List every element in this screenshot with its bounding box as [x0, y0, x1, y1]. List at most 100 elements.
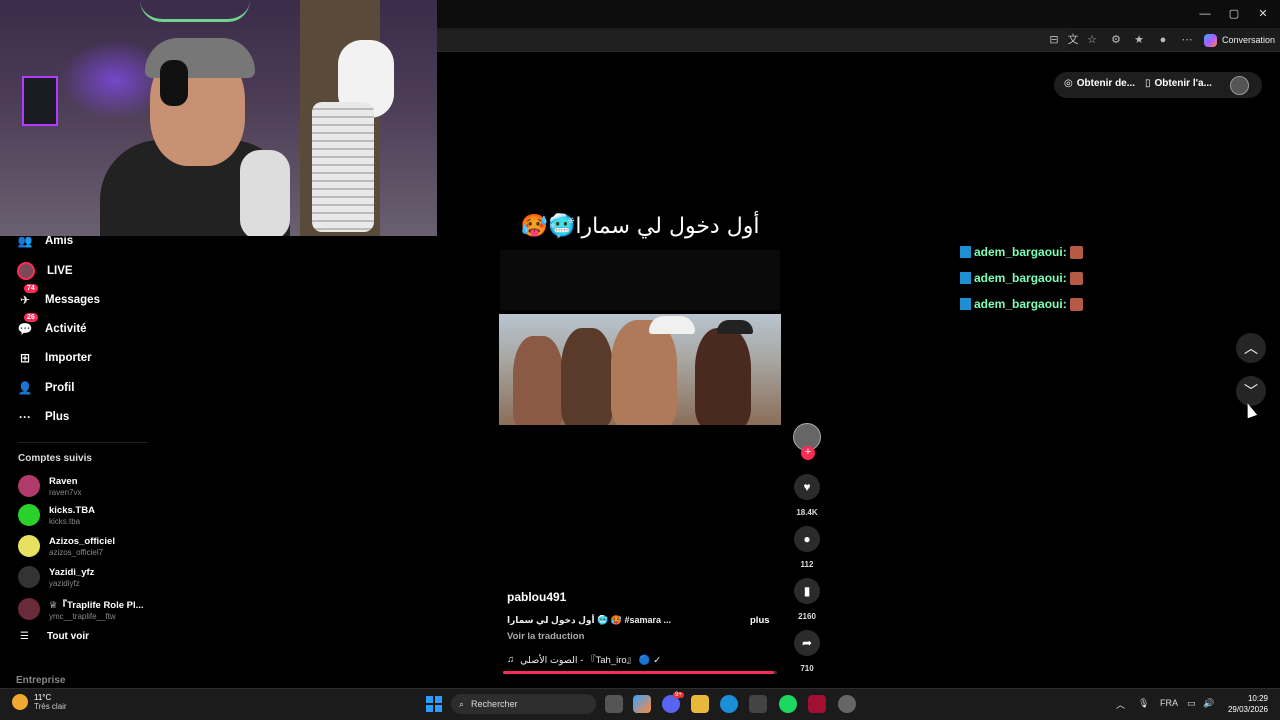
sidebar-item-profile[interactable]: 👤 Profil	[17, 378, 75, 398]
comment-icon: ●	[803, 532, 811, 546]
avatar	[18, 566, 40, 588]
settings-app-icon[interactable]	[838, 695, 856, 713]
sidebar-item-more[interactable]: ··· Plus	[17, 407, 69, 427]
see-all-button[interactable]: ☰ Tout voir	[20, 631, 89, 642]
sidebar-item-label: Plus	[45, 411, 70, 423]
emote-icon	[1069, 271, 1083, 285]
get-desktop-label: Obtenir de...	[1076, 78, 1136, 89]
previous-video-button[interactable]: ︿	[1236, 333, 1266, 363]
favorites-icon[interactable]: ★	[1131, 31, 1147, 49]
sidebar-item-label: Activité	[45, 323, 87, 335]
sidebar-item-label: Amis	[45, 235, 74, 247]
follow-plus-icon[interactable]: +	[801, 446, 815, 460]
like-button[interactable]: ♥	[794, 474, 820, 500]
chat-user: adem_bargaoui:	[974, 297, 1067, 311]
chat-badge-icon	[960, 246, 971, 258]
video-author[interactable]: pablou491	[507, 590, 566, 604]
sidebar-item-activity[interactable]: 💬 26 Activité	[17, 313, 87, 339]
sidebar-item-live[interactable]: LIVE	[17, 261, 73, 281]
tray-chevron-up-icon[interactable]: ︿	[1116, 698, 1125, 711]
more-icon: ···	[19, 410, 31, 424]
weather-condition: Très clair	[34, 702, 67, 711]
copilot-app-icon[interactable]	[633, 695, 651, 713]
more-options-icon[interactable]: ⋯	[1179, 31, 1195, 49]
file-explorer-icon[interactable]	[691, 695, 709, 713]
webcam-neon	[140, 0, 250, 22]
copilot-icon	[1204, 33, 1217, 47]
language-indicator[interactable]: FRA	[1160, 698, 1178, 708]
account-handle: azizos_officiel7	[49, 547, 104, 557]
webcam-headset	[160, 60, 188, 106]
search-icon: ⌕	[459, 698, 465, 709]
save-button[interactable]: ▮	[794, 578, 820, 604]
maximize-button[interactable]: ▢	[1219, 4, 1249, 24]
company-link[interactable]: Entreprise	[16, 675, 65, 686]
weather-widget[interactable]: 11°C Très clair	[12, 693, 67, 711]
comment-button[interactable]: ●	[794, 526, 820, 552]
sidebar-item-messages[interactable]: ✈ 74 Messages	[17, 284, 100, 310]
user-avatar[interactable]	[1230, 76, 1249, 95]
following-account[interactable]: Yazidi_yfz yazidiyfz	[18, 566, 94, 588]
see-translation-link[interactable]: Voir la traduction	[507, 631, 584, 642]
profile-icon: 👤	[17, 381, 33, 395]
split-screen-icon[interactable]: ⊟	[1046, 31, 1062, 49]
emote-icon	[1069, 245, 1083, 259]
get-app-button[interactable]: ▯ Obtenir l'a...	[1145, 78, 1212, 89]
list-icon: ☰	[20, 631, 29, 642]
live-icon	[17, 262, 35, 280]
video-person	[561, 328, 613, 425]
sidebar-item-upload[interactable]: ⊞ Importer	[17, 348, 92, 368]
video-description: أول دخول لي سمارا 🥶 🥵 #samara ...	[507, 615, 672, 625]
video-frame[interactable]	[499, 314, 781, 425]
network-icon[interactable]: ▭	[1187, 698, 1196, 709]
search-label: Rechercher	[471, 699, 518, 709]
music-link[interactable]: ♫ الصوت الأصلي - 『Tah_iro』 🔵 ✓	[507, 652, 662, 667]
chat-user: adem_bargaoui:	[974, 245, 1067, 259]
share-button[interactable]: ➦	[794, 630, 820, 656]
favorite-star-icon[interactable]: ☆	[1084, 31, 1100, 49]
avatar	[18, 475, 40, 497]
messages-icon: ✈ 74	[17, 284, 38, 308]
get-desktop-button[interactable]: ◎ Obtenir de...	[1064, 78, 1135, 89]
following-account[interactable]: Raven raven7vx	[18, 475, 81, 497]
more-button[interactable]: plus	[750, 615, 770, 626]
comment-count: 112	[800, 560, 814, 569]
following-account[interactable]: ♕『Traplife Role Pl... ymc__traplife__ftw	[18, 597, 144, 621]
copilot-conversation-button[interactable]: Conversation	[1204, 30, 1275, 50]
discord-badge: 9+	[673, 692, 684, 698]
close-window-button[interactable]: ✕	[1248, 4, 1278, 24]
minimize-button[interactable]: —	[1190, 4, 1220, 24]
get-app-label: Obtenir l'a...	[1154, 78, 1212, 89]
address-bar[interactable]	[437, 30, 1067, 50]
music-label: الصوت الأصلي - 『Tah_iro』 🔵 ✓	[520, 655, 662, 666]
start-button[interactable]	[426, 696, 442, 712]
share-icon: ➦	[801, 636, 813, 650]
task-view-icon[interactable]	[605, 695, 623, 713]
extensions-icon[interactable]: ⚙	[1108, 31, 1124, 49]
windows-logo-part	[435, 705, 442, 712]
microphone-icon[interactable]: 🎙	[1138, 698, 1149, 709]
upload-icon: ⊞	[19, 351, 31, 365]
video-progress-bar[interactable]	[503, 671, 777, 674]
chat-message: adem_bargaoui:	[960, 271, 1083, 285]
account-handle: kicks.tba	[49, 516, 81, 526]
adobe-icon[interactable]	[808, 695, 826, 713]
like-count: 18.4K	[796, 508, 818, 517]
following-account[interactable]: Azizos_officiel azizos_officiel7	[18, 535, 115, 557]
temperature: 11°C	[34, 693, 52, 702]
volume-icon[interactable]: 🔊	[1203, 698, 1214, 709]
chat-user: adem_bargaoui:	[974, 271, 1067, 285]
edge-browser-icon[interactable]	[720, 695, 738, 713]
chevron-down-icon: ﹀	[1244, 383, 1258, 399]
bookmark-icon: ▮	[803, 584, 811, 598]
spotify-icon[interactable]	[779, 695, 797, 713]
sidebar-divider	[18, 442, 148, 443]
windows-logo-part	[426, 696, 433, 703]
translate-icon[interactable]: 文	[1065, 31, 1081, 49]
avatar	[18, 535, 40, 557]
following-account[interactable]: kicks.TBA kicks.tba	[18, 504, 95, 526]
system-clock[interactable]: 10:29 29/03/2026	[1222, 693, 1268, 715]
store-icon[interactable]	[749, 695, 767, 713]
profile-avatar-icon[interactable]: ●	[1155, 31, 1171, 49]
taskbar-search[interactable]: ⌕ Rechercher	[451, 694, 596, 714]
